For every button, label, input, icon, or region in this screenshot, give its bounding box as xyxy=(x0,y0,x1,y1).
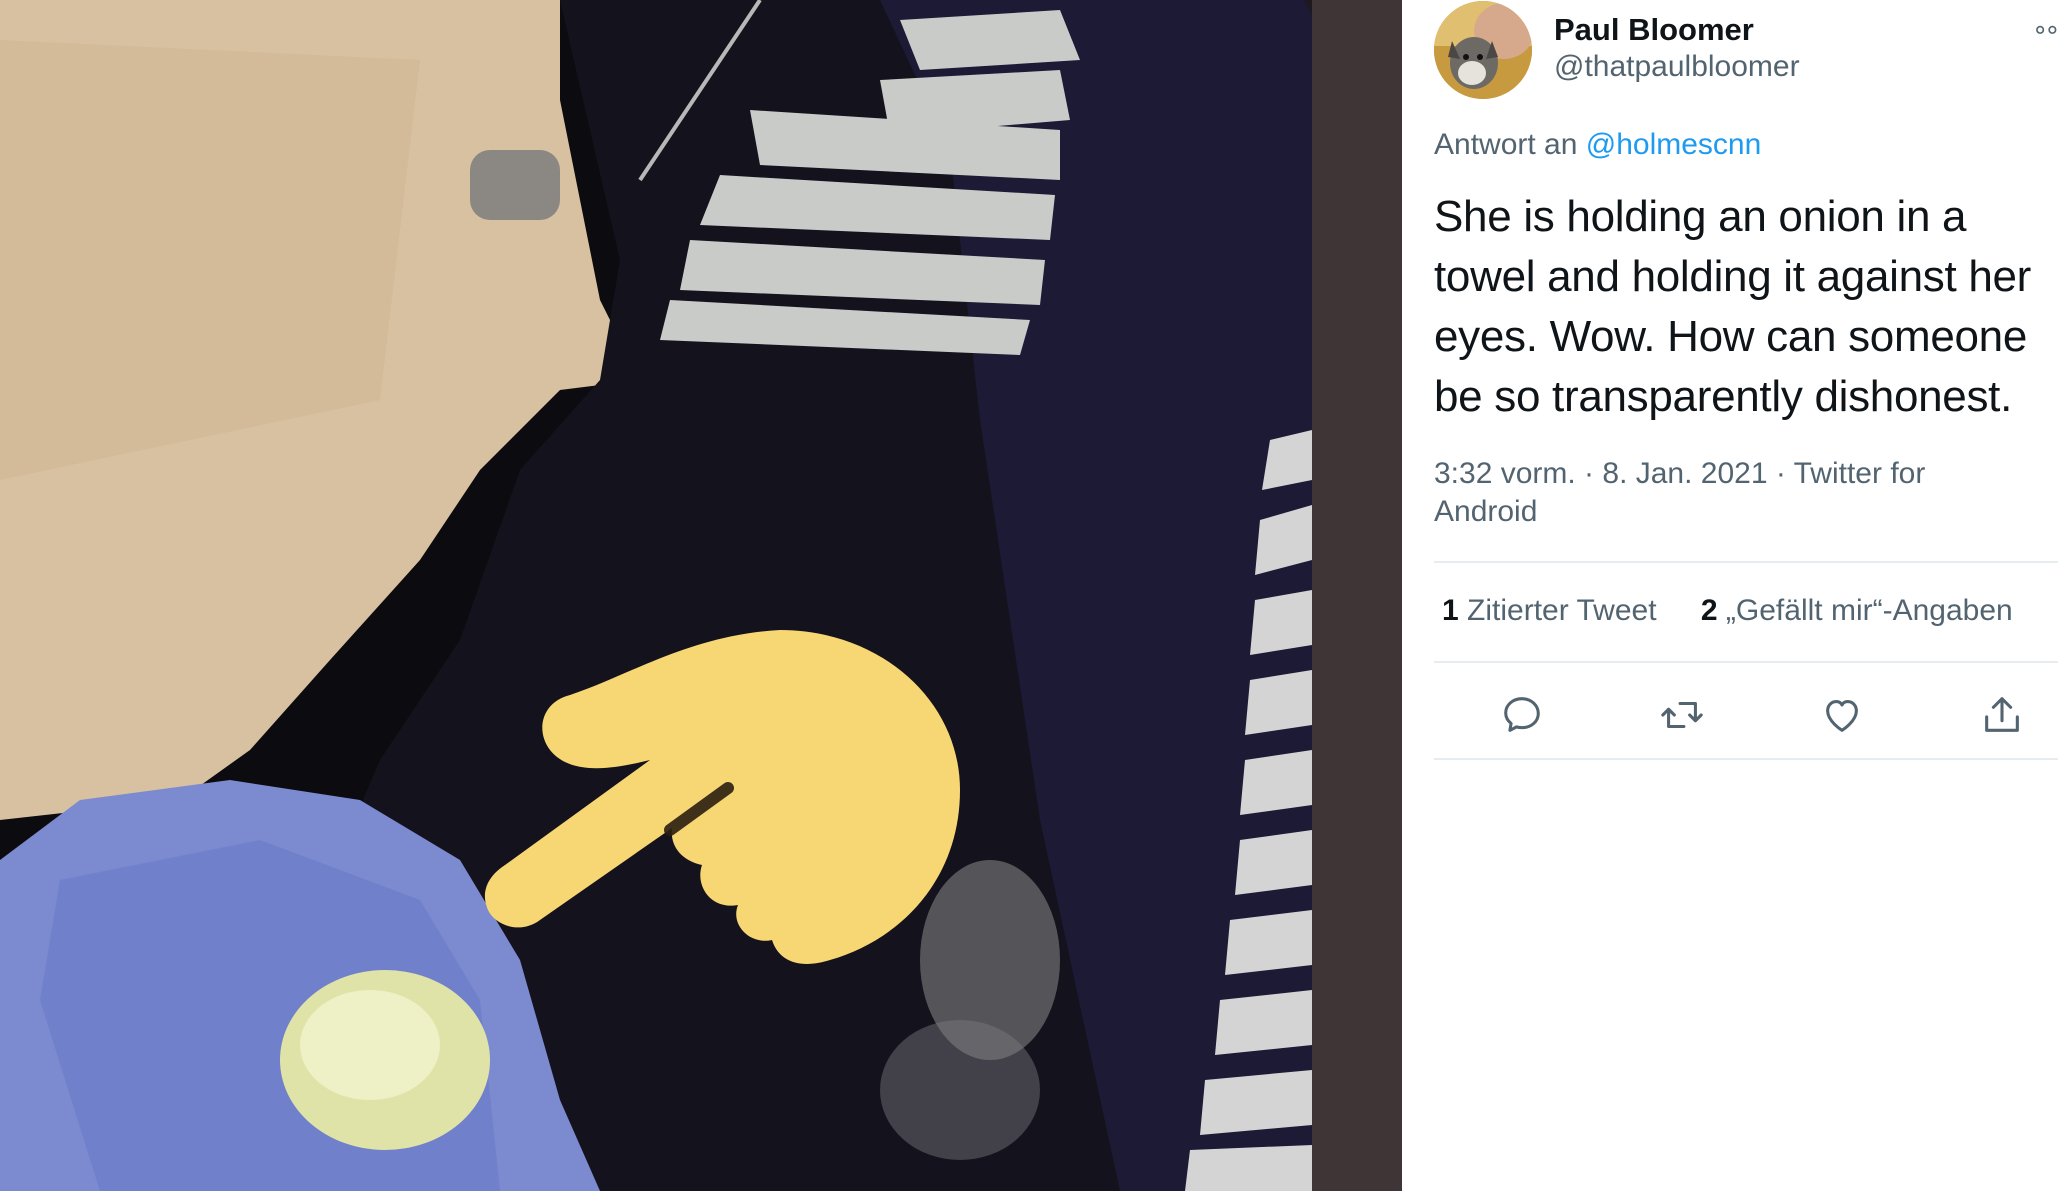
tweet-stats: 1 Zitierter Tweet 2 „Gefällt mir“-Angabe… xyxy=(1442,594,2013,628)
share-button[interactable] xyxy=(1972,685,2032,745)
divider xyxy=(1434,561,2058,563)
reply-prefix: Antwort an xyxy=(1434,128,1578,161)
reply-mention-link[interactable]: @holmescnn xyxy=(1586,128,1762,161)
media-image[interactable]: » xyxy=(0,0,1312,1191)
like-icon xyxy=(1826,700,1858,732)
avatar[interactable] xyxy=(1434,1,1532,99)
photo-scene xyxy=(0,0,1312,1191)
retweet-button[interactable] xyxy=(1652,685,1712,745)
reply-context: Antwort an @holmescnn xyxy=(1434,128,1761,162)
retweet-icon xyxy=(1661,701,1703,729)
backhand-index-pointing-emoji xyxy=(484,630,960,964)
author-display-name[interactable]: Paul Bloomer xyxy=(1554,12,1754,48)
tweet-detail-panel: Paul Bloomer @thatpaulbloomer ∘∘ Antwort… xyxy=(1402,0,2058,1191)
like-button[interactable] xyxy=(1812,685,1872,745)
likes-label: „Gefällt mir“-Angaben xyxy=(1725,594,2013,627)
media-gutter xyxy=(1312,0,1402,1191)
avatar-dog-photo xyxy=(1434,1,1532,99)
quote-tweets-label: Zitierter Tweet xyxy=(1467,594,1657,627)
reply-icon xyxy=(1504,697,1540,732)
tweet-timestamp[interactable]: 3:32 vorm. · 8. Jan. 2021 · Twitter for … xyxy=(1434,455,1994,531)
divider xyxy=(1434,758,2058,760)
divider xyxy=(1434,661,2058,663)
share-icon xyxy=(1985,697,2019,732)
likes-count: 2 xyxy=(1700,594,1718,627)
quote-tweets-count: 1 xyxy=(1442,594,1459,627)
tweet-actions-bar xyxy=(1434,685,2058,745)
quote-tweets-stat[interactable]: 1 Zitierter Tweet xyxy=(1442,594,1657,628)
reply-button[interactable] xyxy=(1492,685,1552,745)
author-handle[interactable]: @thatpaulbloomer xyxy=(1554,50,1800,84)
likes-stat[interactable]: 2 „Gefällt mir“-Angaben xyxy=(1701,594,2013,628)
tweet-text: She is holding an onion in a towel and h… xyxy=(1434,192,2032,421)
tweet-media-viewer: » Paul Bloomer @thatpaulbloomer ∘∘ Antwo… xyxy=(0,0,2058,1191)
more-options-icon[interactable]: ∘∘ xyxy=(2032,14,2058,45)
